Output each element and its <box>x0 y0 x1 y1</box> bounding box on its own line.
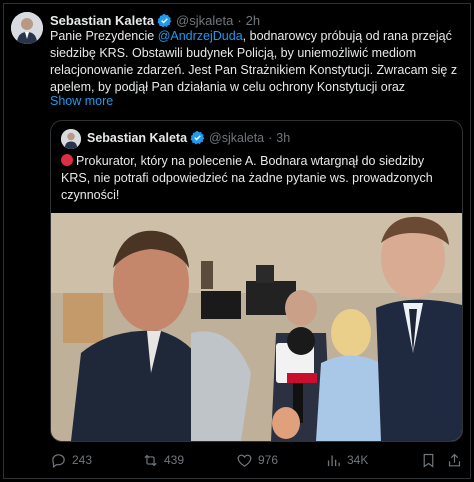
mention-link[interactable]: @AndrzejDuda <box>158 29 243 43</box>
share-icon <box>448 453 461 466</box>
reply-icon <box>52 453 65 468</box>
repost-count: 439 <box>164 453 185 467</box>
show-more-link[interactable]: Show more <box>50 94 113 108</box>
separator-dot: · <box>237 12 242 28</box>
quoted-author-name: Sebastian Kaleta <box>87 130 188 145</box>
quoted-header: Sebastian Kaleta @sjkaleta · 3h <box>87 130 290 145</box>
quoted-time: 3h <box>276 130 291 145</box>
share-button[interactable] <box>446 450 468 470</box>
bookmark-button[interactable] <box>420 450 442 470</box>
views-count: 34K <box>347 453 369 467</box>
like-count: 976 <box>258 453 279 467</box>
quoted-text-body: Prokurator, który na polecenie A. Bodnar… <box>61 154 433 202</box>
author-handle[interactable]: @sjkaleta <box>176 13 233 28</box>
quoted-tweet[interactable]: Sebastian Kaleta @sjkaleta · 3h Prokurat… <box>50 120 463 442</box>
author-name[interactable]: Sebastian Kaleta <box>50 13 154 28</box>
verified-badge-icon <box>190 130 205 145</box>
tweet-time[interactable]: 2h <box>246 13 260 28</box>
tweet-text-part: Panie Prezydencie <box>50 29 158 43</box>
views-icon <box>327 455 340 466</box>
quoted-photo[interactable] <box>51 213 462 441</box>
quoted-text: Prokurator, który na polecenie A. Bodnar… <box>61 153 456 204</box>
repost-button[interactable]: 439 <box>142 450 184 470</box>
like-button[interactable]: 976 <box>236 450 278 470</box>
red-circle-emoji-icon <box>61 154 73 166</box>
reply-count: 243 <box>72 453 93 467</box>
reply-button[interactable]: 243 <box>50 450 92 470</box>
author-avatar[interactable] <box>11 12 43 44</box>
repost-icon <box>144 454 157 466</box>
views-button[interactable]: 34K <box>325 450 368 470</box>
bookmark-icon <box>423 453 434 468</box>
verified-badge-icon <box>157 13 172 27</box>
quoted-author-handle: @sjkaleta <box>209 130 265 145</box>
separator-dot: · <box>268 130 273 145</box>
tweet-text: Panie Prezydencie @AndrzejDuda, bodnarow… <box>50 28 468 96</box>
tweet-actions: 243 439 976 34K <box>50 450 463 470</box>
heart-icon <box>237 454 252 467</box>
quoted-author-avatar <box>61 129 81 149</box>
tweet-header: Sebastian Kaleta @sjkaleta · 2h <box>50 11 260 29</box>
